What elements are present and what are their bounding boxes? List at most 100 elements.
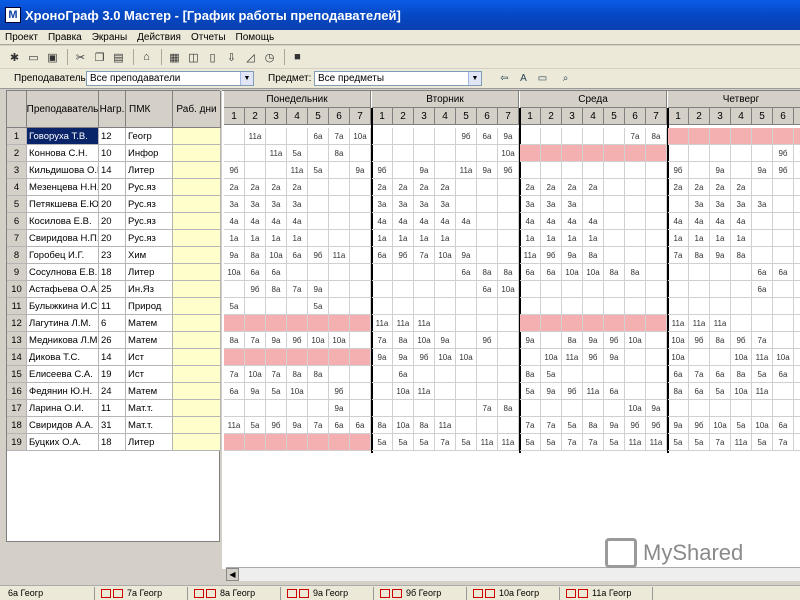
schedule-cell[interactable]: 9a xyxy=(435,332,456,349)
schedule-cell[interactable] xyxy=(350,264,371,281)
schedule-cell[interactable]: 9a xyxy=(224,247,245,264)
schedule-cell[interactable] xyxy=(393,145,414,162)
schedule-cell[interactable]: 6a xyxy=(773,366,794,383)
schedule-cell[interactable] xyxy=(350,196,371,213)
schedule-cell[interactable] xyxy=(583,281,604,298)
schedule-cell[interactable]: 10 xyxy=(794,264,800,281)
doc-icon[interactable]: ▯ xyxy=(204,49,221,66)
schedule-cell[interactable] xyxy=(625,230,646,247)
schedule-cell[interactable]: 7a xyxy=(287,281,308,298)
schedule-cell[interactable] xyxy=(689,298,710,315)
schedule-cell[interactable]: 11a xyxy=(287,162,308,179)
schedule-cell[interactable]: 6a xyxy=(773,417,794,434)
schedule-cell[interactable]: 9б xyxy=(287,332,308,349)
schedule-cell[interactable]: 7a xyxy=(668,247,689,264)
schedule-cell[interactable] xyxy=(477,213,498,230)
schedule-cell[interactable]: 9б xyxy=(245,281,266,298)
schedule-cell[interactable] xyxy=(245,145,266,162)
schedule-cell[interactable]: 1a xyxy=(668,230,689,247)
schedule-cell[interactable] xyxy=(498,349,519,366)
schedule-cell[interactable]: 2a xyxy=(520,179,541,196)
schedule-cell[interactable] xyxy=(794,383,800,400)
schedule-cell[interactable] xyxy=(646,383,667,400)
schedule-cell[interactable] xyxy=(689,128,710,145)
schedule-cell[interactable]: 6a xyxy=(350,417,371,434)
schedule-cell[interactable]: 1a xyxy=(435,230,456,247)
schedule-cell[interactable]: 9б xyxy=(414,349,435,366)
schedule-cell[interactable] xyxy=(308,315,329,332)
schedule-cell[interactable] xyxy=(498,230,519,247)
schedule-cell[interactable]: 10a xyxy=(224,264,245,281)
schedule-cell[interactable] xyxy=(435,383,456,400)
schedule-cell[interactable] xyxy=(477,298,498,315)
schedule-cell[interactable] xyxy=(604,213,625,230)
menu-help[interactable]: Помощь xyxy=(231,32,280,43)
workdays-cell[interactable] xyxy=(173,230,221,246)
schedule-cell[interactable] xyxy=(604,298,625,315)
workdays-cell[interactable] xyxy=(173,383,221,399)
table-row[interactable]: 2 Коннова С.Н. 10 Инфор xyxy=(7,145,221,162)
schedule-cell[interactable] xyxy=(329,213,350,230)
schedule-cell[interactable]: 11a xyxy=(414,383,435,400)
schedule-cell[interactable] xyxy=(224,315,245,332)
schedule-cell[interactable] xyxy=(583,298,604,315)
schedule-cell[interactable] xyxy=(477,247,498,264)
workdays-cell[interactable] xyxy=(173,128,221,144)
schedule-cell[interactable] xyxy=(477,315,498,332)
schedule-cell[interactable] xyxy=(224,128,245,145)
schedule-cell[interactable] xyxy=(562,366,583,383)
schedule-cell[interactable]: 10a xyxy=(498,145,519,162)
schedule-cell[interactable]: 3a xyxy=(435,196,456,213)
download-icon[interactable]: ⇩ xyxy=(223,49,240,66)
schedule-cell[interactable]: 2a xyxy=(266,179,287,196)
workdays-cell[interactable] xyxy=(173,264,221,280)
paste-icon[interactable]: ▤ xyxy=(110,49,127,66)
schedule-cell[interactable]: 10a xyxy=(287,383,308,400)
schedule-cell[interactable] xyxy=(456,281,477,298)
schedule-cell[interactable] xyxy=(245,434,266,451)
schedule-cell[interactable] xyxy=(773,247,794,264)
workdays-cell[interactable] xyxy=(173,400,221,416)
schedule-cell[interactable]: 9б xyxy=(583,349,604,366)
schedule-cell[interactable] xyxy=(372,264,393,281)
schedule-cell[interactable] xyxy=(625,383,646,400)
table-row[interactable]: 17 Ларина О.И. 11 Мат.т. xyxy=(7,400,221,417)
schedule-cell[interactable] xyxy=(541,332,562,349)
schedule-cell[interactable]: 9a xyxy=(710,247,731,264)
schedule-cell[interactable] xyxy=(773,128,794,145)
schedule-cell[interactable]: 2a xyxy=(245,179,266,196)
schedule-cell[interactable] xyxy=(731,298,752,315)
schedule-cell[interactable] xyxy=(414,145,435,162)
schedule-cell[interactable] xyxy=(625,315,646,332)
subject-select[interactable]: Все предметы ▼ xyxy=(314,71,482,86)
schedule-cell[interactable] xyxy=(435,366,456,383)
schedule-cell[interactable]: 4a xyxy=(266,213,287,230)
schedule-cell[interactable] xyxy=(435,162,456,179)
schedule-cell[interactable] xyxy=(710,264,731,281)
schedule-cell[interactable]: 5a xyxy=(604,434,625,451)
schedule-cell[interactable]: 9a xyxy=(562,247,583,264)
schedule-cell[interactable]: 8a xyxy=(372,417,393,434)
schedule-cell[interactable]: 1a xyxy=(287,230,308,247)
schedule-cell[interactable]: 2a xyxy=(287,179,308,196)
table-row[interactable]: 14 Дикова Т.С. 14 Ист xyxy=(7,349,221,366)
schedule-cell[interactable] xyxy=(224,434,245,451)
schedule-cell[interactable]: 2a xyxy=(393,179,414,196)
schedule-cell[interactable]: 5a xyxy=(393,434,414,451)
schedule-cell[interactable]: 11a xyxy=(224,417,245,434)
schedule-cell[interactable]: 9б xyxy=(689,417,710,434)
schedule-cell[interactable]: 5a xyxy=(308,298,329,315)
schedule-cell[interactable]: 11a xyxy=(498,434,519,451)
schedule-cell[interactable] xyxy=(350,298,371,315)
export-icon[interactable]: ⇦ xyxy=(496,71,513,87)
workdays-cell[interactable] xyxy=(173,434,221,450)
schedule-cell[interactable] xyxy=(604,230,625,247)
schedule-cell[interactable] xyxy=(625,145,646,162)
schedule-cell[interactable] xyxy=(794,213,800,230)
schedule-cell[interactable]: 7a xyxy=(625,128,646,145)
schedule-cell[interactable] xyxy=(350,179,371,196)
schedule-cell[interactable]: 11a xyxy=(456,162,477,179)
schedule-cell[interactable] xyxy=(752,179,773,196)
schedule-cell[interactable] xyxy=(668,128,689,145)
schedule-cell[interactable]: 4a xyxy=(435,213,456,230)
